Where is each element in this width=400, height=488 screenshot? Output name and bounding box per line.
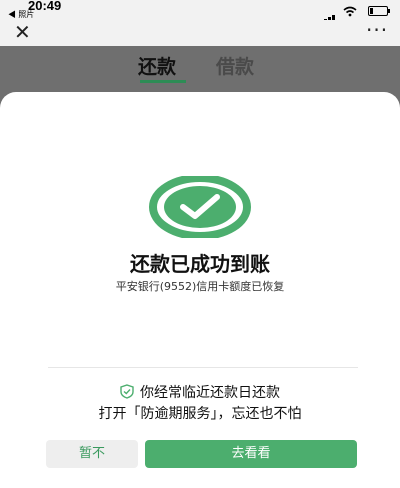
back-to-app-link[interactable]: ◀ 照片 bbox=[8, 9, 34, 20]
success-sheet: 还款已成功到账 平安银行(9552)信用卡额度已恢复 你经常临近还款日还款 打开… bbox=[0, 92, 400, 488]
tab-repay[interactable]: 还款 bbox=[138, 52, 176, 79]
more-icon[interactable]: ··· bbox=[366, 20, 388, 40]
status-bar: 20:49 ◀ 照片 bbox=[0, 0, 400, 24]
active-tab-indicator bbox=[140, 80, 186, 83]
success-subtitle: 平安银行(9552)信用卡额度已恢复 bbox=[115, 280, 285, 293]
tab-borrow[interactable]: 借款 bbox=[216, 52, 254, 79]
promo-line-2: 打开「防逾期服务」，忘还也不怕 bbox=[98, 406, 302, 422]
shield-check-icon bbox=[120, 384, 134, 403]
view-button[interactable]: 去看看 bbox=[145, 440, 357, 468]
success-title: 还款已成功到账 bbox=[130, 252, 270, 276]
divider bbox=[48, 367, 358, 368]
dismiss-button[interactable]: 暂不 bbox=[46, 440, 138, 468]
promo-line-1: 你经常临近还款日还款 bbox=[0, 382, 400, 403]
promo-line-1-text: 你经常临近还款日还款 bbox=[140, 385, 280, 401]
success-check-icon bbox=[149, 176, 251, 238]
tab-bar: 还款 借款 bbox=[0, 46, 400, 92]
nav-bar: ✕ ··· bbox=[0, 20, 400, 46]
battery-icon bbox=[368, 6, 390, 16]
close-icon[interactable]: ✕ bbox=[14, 21, 31, 43]
